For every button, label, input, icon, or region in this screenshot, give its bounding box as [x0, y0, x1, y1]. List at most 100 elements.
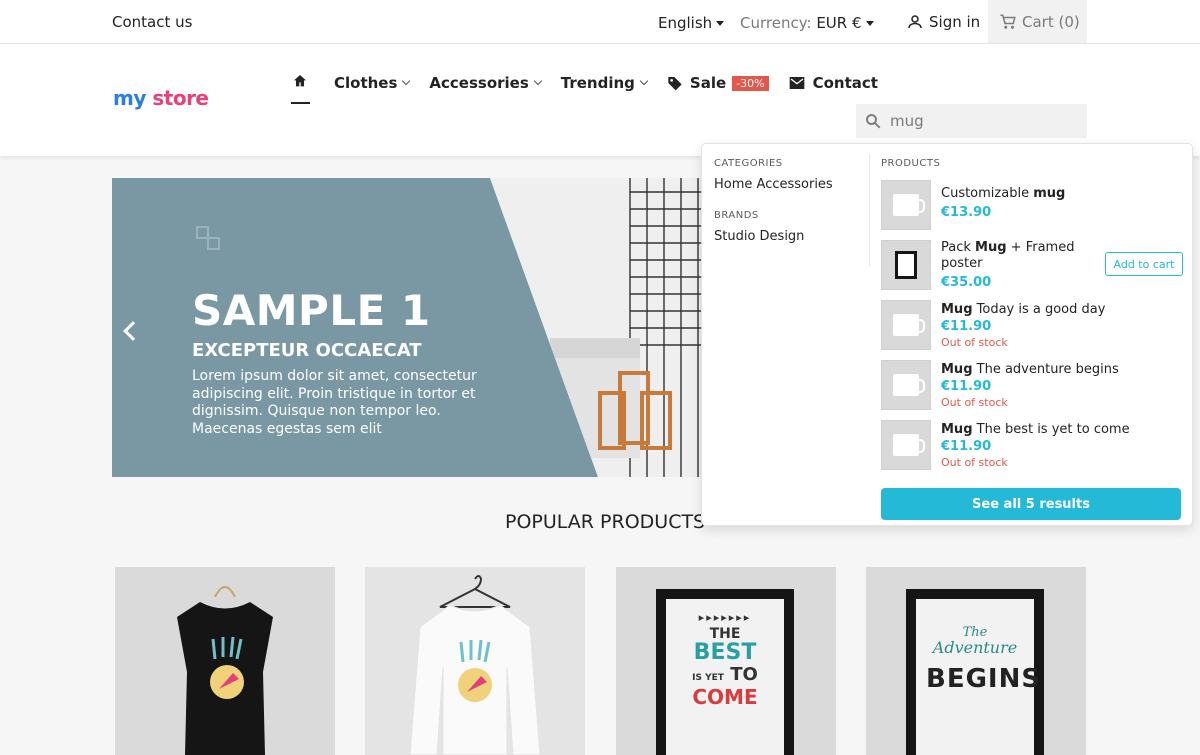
currency-value: EUR €: [816, 14, 862, 32]
logo-my: my: [113, 86, 146, 110]
stock-status: Out of stock: [941, 396, 1008, 409]
name-post: Today is a good day: [972, 302, 1106, 317]
hero-title: SAMPLE 1: [192, 286, 431, 335]
name-pre: Pack: [941, 240, 976, 255]
product-name: Pack Mug + Framed poster: [941, 240, 1091, 272]
currency-selector[interactable]: Currency: EUR €: [740, 14, 874, 32]
mug-image: [893, 374, 925, 396]
sign-in-link[interactable]: Sign in: [906, 13, 980, 31]
poster-text-adventure: Adventure: [932, 638, 1018, 657]
mug-image: [893, 434, 925, 456]
nav-accessories-label: Accessories: [429, 74, 529, 92]
product-result[interactable]: Pack Mug + Framed poster €35.00 Add to c…: [881, 240, 1183, 290]
search-icon: [866, 114, 881, 129]
nav-clothes-label: Clothes: [334, 74, 398, 92]
poster-text-is-yet: IS YET: [692, 673, 724, 683]
category-link[interactable]: Home Accessories: [714, 177, 864, 192]
poster-text-begins: BEGINS: [926, 664, 1042, 694]
home-underline: [291, 102, 310, 104]
home-icon: [294, 75, 306, 87]
nav-clothes[interactable]: Clothes: [334, 74, 411, 92]
products-heading: PRODUCTS: [881, 158, 941, 169]
contact-us-link[interactable]: Contact us: [112, 13, 192, 31]
product-card[interactable]: ▸▸▸▸▸▸▸ THE BEST IS YET TO COME: [616, 567, 836, 755]
chevron-down-icon: [402, 76, 411, 86]
name-match: mug: [1033, 186, 1066, 201]
product-result[interactable]: Customizable mug €13.90: [881, 180, 1183, 230]
hero-grid-graphic: [490, 178, 712, 477]
sweater-white-image: [409, 575, 541, 755]
sign-in-label: Sign in: [929, 13, 981, 31]
name-match: Mug: [941, 362, 973, 377]
cart-button[interactable]: Cart (0): [988, 0, 1087, 43]
poster-text-best: BEST: [693, 640, 757, 665]
product-thumbnail: [881, 240, 931, 290]
language-label: English: [658, 14, 713, 32]
nav-accessories[interactable]: Accessories: [429, 74, 543, 92]
search-input[interactable]: [890, 112, 1070, 130]
popular-products-heading: POPULAR PRODUCTS: [505, 511, 706, 533]
product-name: Mug The adventure begins: [941, 362, 1161, 378]
nav-home[interactable]: [291, 73, 310, 104]
product-price: €11.90: [941, 439, 992, 454]
sale-badge: -30%: [732, 75, 769, 91]
name-post: The adventure begins: [972, 362, 1119, 377]
stock-status: Out of stock: [941, 456, 1008, 469]
product-card[interactable]: [365, 567, 585, 755]
poster-adventure-begins: The Adventure BEGINS: [926, 625, 1042, 755]
hero-image: [490, 178, 712, 477]
poster-image: [895, 251, 917, 279]
stock-status: Out of stock: [941, 336, 1008, 349]
main-header: my store Clothes Accessories Trending Sa…: [0, 44, 1200, 156]
nav-trending[interactable]: Trending: [560, 74, 649, 92]
cart-icon: [1000, 14, 1016, 29]
product-thumbnail: [881, 360, 931, 410]
store-logo[interactable]: my store: [113, 86, 209, 110]
mail-icon: [789, 77, 804, 89]
product-price: €35.00: [941, 275, 992, 290]
name-match: Mug: [941, 302, 973, 317]
brand-link[interactable]: Studio Design: [714, 229, 864, 244]
poster-text-to: TO: [730, 664, 758, 685]
top-bar: Contact us English Currency: EUR € Sign …: [0, 0, 1200, 44]
product-result[interactable]: Mug The best is yet to come €11.90 Out o…: [881, 420, 1183, 470]
slider-prev-arrow-icon[interactable]: [123, 321, 143, 341]
product-price: €13.90: [941, 205, 992, 220]
see-all-results-button[interactable]: See all 5 results: [881, 488, 1181, 520]
add-to-cart-button[interactable]: Add to cart: [1105, 252, 1183, 276]
product-thumbnail: [881, 300, 931, 350]
product-result[interactable]: Mug The adventure begins €11.90 Out of s…: [881, 360, 1183, 410]
product-result[interactable]: Mug Today is a good day €11.90 Out of st…: [881, 300, 1183, 350]
chevron-down-icon: [639, 76, 649, 86]
logo-store: store: [152, 86, 209, 110]
product-thumbnail: [881, 420, 931, 470]
nav-sale[interactable]: Sale -30%: [667, 74, 769, 92]
mug-image: [893, 314, 925, 336]
poster-text-come: COME: [692, 685, 758, 709]
tag-icon: [668, 77, 682, 91]
search-box: [856, 104, 1087, 138]
product-name: Mug Today is a good day: [941, 302, 1161, 318]
caret-down-icon: [865, 21, 874, 26]
product-price: €11.90: [941, 379, 992, 394]
nav-contact-label: Contact: [812, 74, 878, 92]
product-card[interactable]: [115, 567, 335, 755]
hero-subtitle: EXCEPTEUR OCCAECAT: [192, 340, 422, 361]
user-icon: [908, 15, 922, 29]
product-price: €11.90: [941, 319, 992, 334]
brands-heading: BRANDS: [714, 210, 759, 221]
name-match: Mug: [975, 240, 1007, 255]
product-name: Customizable mug: [941, 186, 1091, 202]
categories-heading: CATEGORIES: [714, 158, 783, 169]
language-selector[interactable]: English: [658, 14, 725, 32]
product-name: Mug The best is yet to come: [941, 422, 1161, 438]
nav-trending-label: Trending: [560, 74, 635, 92]
product-card[interactable]: The Adventure BEGINS: [866, 567, 1086, 755]
name-match: Mug: [941, 422, 973, 437]
mug-image: [893, 194, 925, 216]
main-nav: Clothes Accessories Trending Sale -30% C…: [291, 72, 898, 104]
search-results-dropdown: CATEGORIES Home Accessories BRANDS Studi…: [701, 143, 1193, 526]
nav-contact[interactable]: Contact: [789, 74, 878, 92]
tshirt-black-image: [177, 586, 273, 755]
hero-slide: SAMPLE 1 EXCEPTEUR OCCAECAT Lorem ipsum …: [112, 178, 712, 477]
